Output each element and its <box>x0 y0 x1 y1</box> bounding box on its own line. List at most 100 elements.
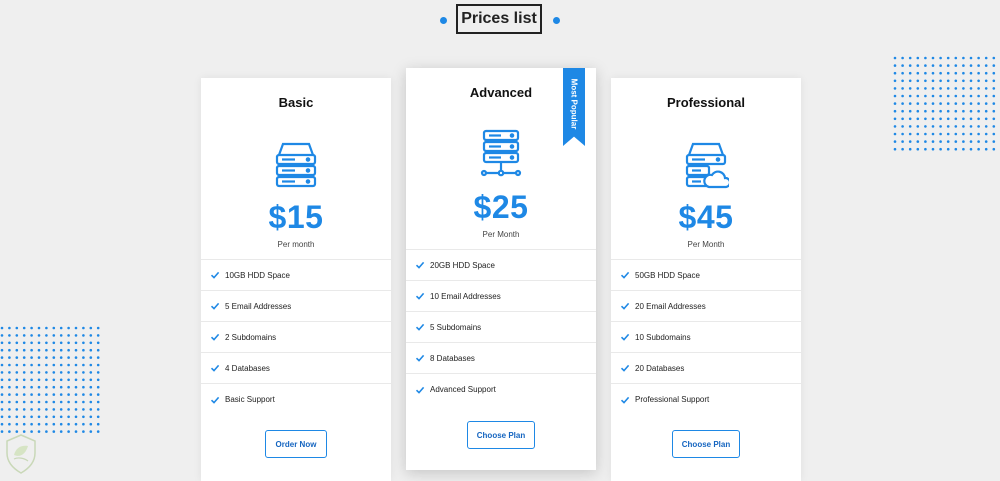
decorative-dot <box>908 117 912 121</box>
decorative-dot <box>0 422 4 426</box>
decorative-dot <box>74 363 78 367</box>
decorative-dot <box>962 79 965 83</box>
feature-label: 50GB HDD Space <box>635 270 700 280</box>
decorative-dot <box>893 132 897 136</box>
decorative-dot <box>962 117 965 121</box>
feature-label: 8 Databases <box>430 353 475 363</box>
decorative-dot <box>96 326 100 330</box>
decorative-dot <box>59 341 63 345</box>
decorative-dot <box>901 71 904 75</box>
decorative-dot <box>908 109 912 113</box>
decorative-dot <box>984 125 988 128</box>
decorative-dot <box>8 378 11 382</box>
decorative-dot <box>954 71 958 75</box>
decorative-dot <box>992 109 996 113</box>
decorative-dot <box>0 393 4 396</box>
decorative-dot <box>0 385 4 389</box>
decorative-dot <box>992 71 996 75</box>
decorative-dot <box>931 94 935 98</box>
decorative-dot <box>946 132 950 136</box>
decorative-dot <box>916 64 920 67</box>
decorative-dot <box>82 371 85 374</box>
decorative-dot <box>977 87 980 90</box>
decorative-dot <box>916 117 920 121</box>
decorative-dot <box>37 363 41 367</box>
plan-card-professional: Professional $45 Per Month 50GB HDD Spac… <box>611 78 801 481</box>
decorative-dot <box>8 371 11 374</box>
decorative-dot <box>30 363 33 367</box>
feature-label: 20 Databases <box>635 363 685 373</box>
decorative-dot <box>96 415 100 419</box>
decorative-dot <box>67 348 70 352</box>
decorative-dot <box>954 109 958 113</box>
plan-card-basic: Basic $15 Per month 10GB HDD Space 5 Ema… <box>201 78 391 481</box>
choose-plan-button[interactable]: Choose Plan <box>467 421 535 449</box>
decorative-dot <box>908 64 912 67</box>
title-dot-left <box>440 17 447 24</box>
plan-price: $45 <box>678 199 734 235</box>
decorative-dot <box>916 125 920 128</box>
decorative-dot <box>946 79 950 83</box>
decorative-dot <box>939 132 942 136</box>
decorative-dot <box>67 334 70 337</box>
decorative-dot <box>89 348 93 352</box>
decorative-dot <box>89 430 93 433</box>
feature-label: 4 Databases <box>225 363 270 373</box>
decorative-dot <box>893 147 897 151</box>
decorative-dot <box>992 87 996 90</box>
decorative-dot <box>96 363 100 367</box>
decorative-dot <box>0 348 4 352</box>
decorative-dot <box>901 109 904 113</box>
decorative-dot <box>939 140 942 143</box>
decorative-dot <box>931 125 935 128</box>
feature-item: 2 Subdomains <box>201 322 391 353</box>
decorative-dot <box>22 334 26 337</box>
decorative-dot <box>45 430 48 433</box>
decorative-dot <box>901 94 904 98</box>
decorative-dot <box>992 125 996 128</box>
decorative-dot <box>37 334 41 337</box>
choose-plan-button[interactable]: Choose Plan <box>672 430 740 458</box>
decorative-dot <box>0 326 4 330</box>
decorative-dot <box>8 334 11 337</box>
decorative-dot <box>82 422 85 426</box>
decorative-dot <box>931 56 935 60</box>
decorative-dot <box>22 371 26 374</box>
decorative-dot <box>984 71 988 75</box>
decorative-dot <box>924 94 927 98</box>
decorative-dot <box>52 363 56 367</box>
decorative-dot <box>89 356 93 359</box>
decorative-dot <box>908 94 912 98</box>
decorative-dot <box>969 87 973 90</box>
decorative-dot <box>969 117 973 121</box>
decorative-dot <box>931 71 935 75</box>
decorative-dot <box>30 348 33 352</box>
decorative-dot <box>0 415 4 419</box>
order-now-button[interactable]: Order Now <box>265 430 327 458</box>
decorative-dot <box>0 341 4 345</box>
decorative-dot <box>893 102 897 105</box>
feature-item: Basic Support <box>201 384 391 415</box>
decorative-dot <box>96 334 100 337</box>
decorative-dot <box>962 87 965 90</box>
decorative-dot <box>908 132 912 136</box>
decorative-dot <box>0 378 4 382</box>
decorative-dot <box>15 393 19 396</box>
decorative-dot <box>82 341 85 345</box>
decorative-dot <box>22 422 26 426</box>
decorative-dot <box>946 56 950 60</box>
decorative-dot <box>82 378 85 382</box>
plan-card-advanced: Most Popular Advanced $25 Per Month 20GB… <box>406 68 596 470</box>
decorative-dot <box>59 334 63 337</box>
decorative-dot <box>8 393 11 396</box>
decorative-dot <box>37 371 41 374</box>
decorative-dot <box>939 71 942 75</box>
decorative-dot <box>89 341 93 345</box>
decorative-dot <box>992 132 996 136</box>
decorative-dot <box>0 334 4 337</box>
decorative-dot <box>931 64 935 67</box>
decorative-dot <box>916 147 920 151</box>
decorative-dot <box>954 79 958 83</box>
feature-label: Advanced Support <box>430 385 496 394</box>
plan-name: Basic <box>278 95 314 110</box>
